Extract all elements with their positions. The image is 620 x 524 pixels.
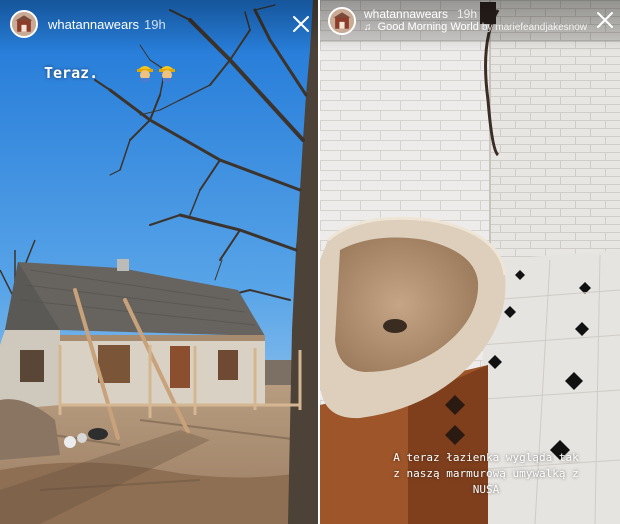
song-artist: by mariefeandjakesnow [481, 22, 587, 33]
story-right[interactable]: whatannawears 19h ♫ Good Morning World b… [320, 0, 620, 524]
story-caption: Teraz. [44, 64, 99, 82]
stories-collage: whatannawears 19h Teraz. whatannawears 1… [0, 0, 620, 524]
caption-line: z naszą marmurową umywalką z [393, 467, 579, 480]
bathroom-caption: A teraz łazienka wygląda tak z naszą mar… [356, 450, 616, 498]
post-time: 19h [457, 7, 478, 21]
profile-avatar[interactable] [328, 7, 356, 35]
story-header: whatannawears 19h [0, 0, 318, 52]
caption-line: NUSA [472, 483, 500, 496]
bathroom-scene-image [320, 0, 620, 524]
close-icon[interactable] [596, 11, 614, 29]
close-icon[interactable] [292, 15, 310, 33]
story-header: whatannawears 19h ♫ Good Morning World b… [320, 0, 620, 52]
story-left[interactable]: whatannawears 19h Teraz. [0, 0, 318, 524]
construction-worker-emoji [158, 62, 176, 82]
username[interactable]: whatannawears [48, 17, 139, 32]
caption-line: A teraz łazienka wygląda tak [393, 451, 579, 464]
music-note-icon: ♫ [364, 22, 372, 33]
song-title: Good Morning World [377, 21, 479, 33]
construction-worker-emoji [136, 62, 154, 82]
post-time: 19h [144, 17, 166, 32]
username[interactable]: whatannawears [364, 7, 448, 21]
music-label[interactable]: ♫ Good Morning World by mariefeandjakesn… [364, 21, 587, 33]
profile-avatar[interactable] [10, 10, 38, 38]
